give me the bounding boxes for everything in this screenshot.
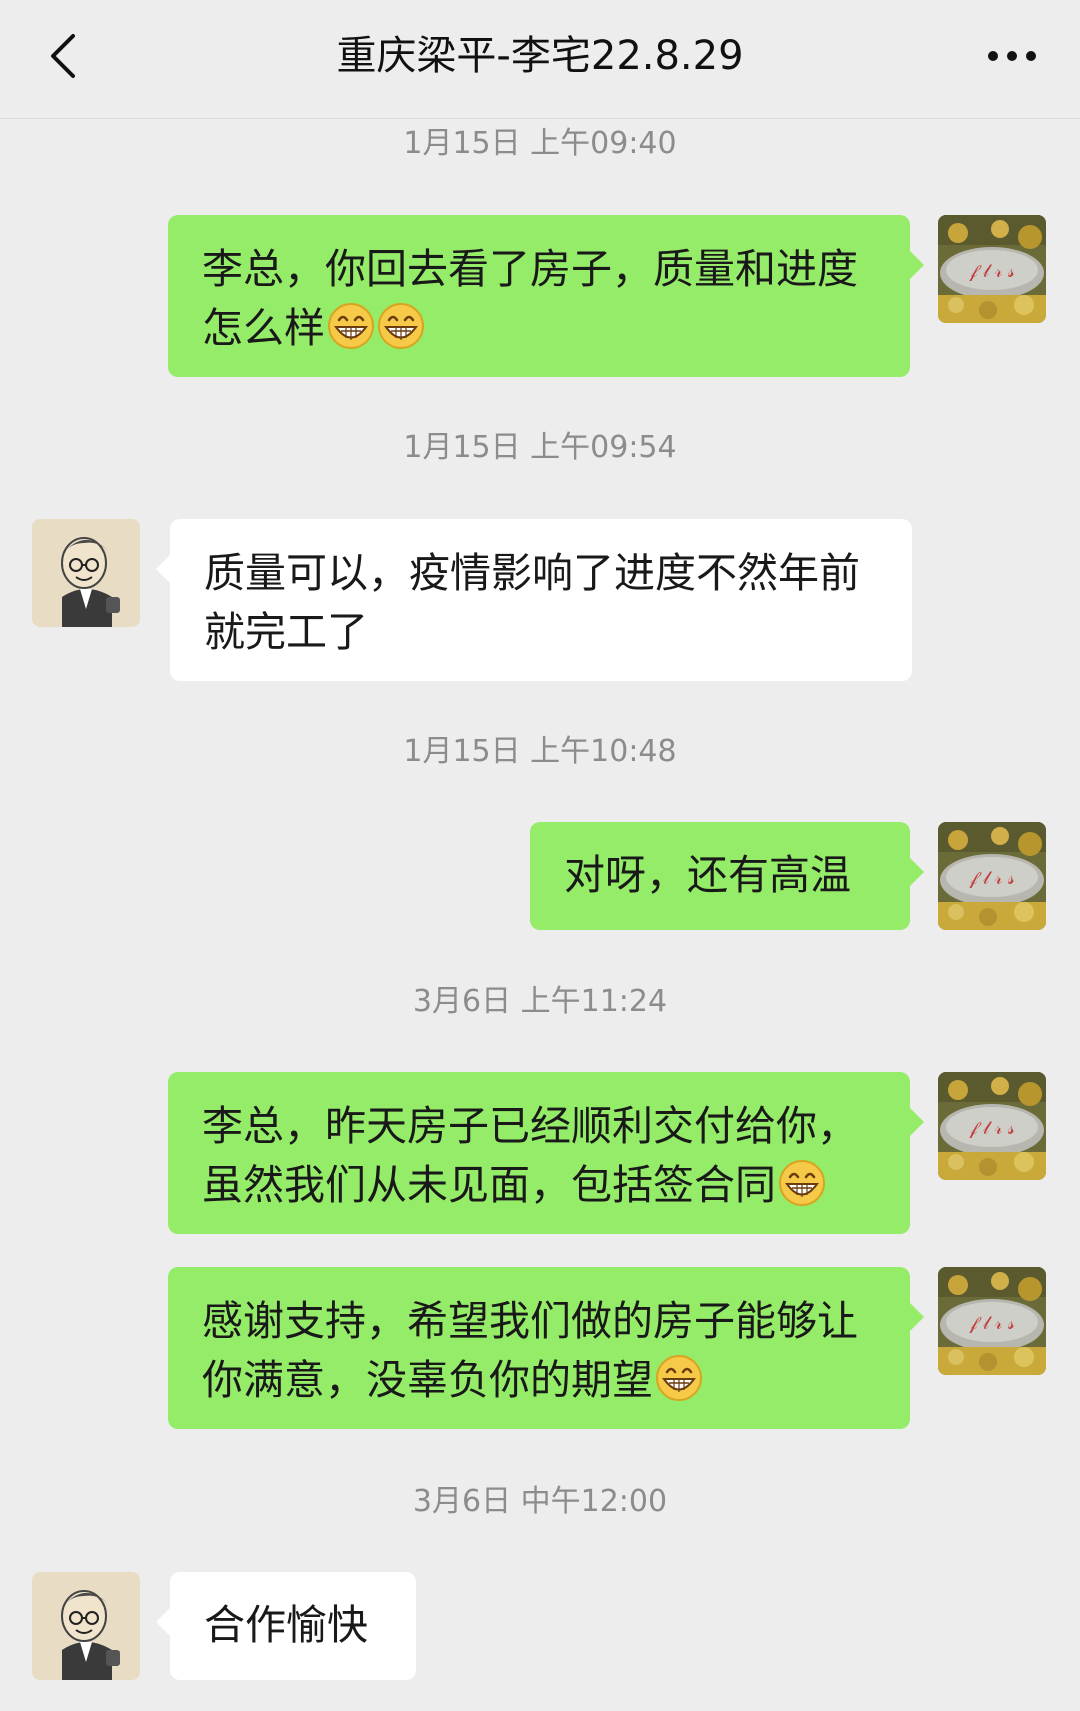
- message-bubble-received[interactable]: 合作愉快: [156, 1572, 416, 1680]
- message-bubble-received[interactable]: 质量可以，疫情影响了进度不然年前就完工了: [156, 519, 912, 681]
- contact-avatar[interactable]: [32, 519, 140, 627]
- timestamp: 1月15日 上午09:40: [403, 126, 677, 161]
- message-text: 感谢支持，希望我们做的房子能够让你满意，没辜负你的期望: [202, 1297, 858, 1404]
- more-button[interactable]: [974, 28, 1050, 84]
- message-text: 质量可以，疫情影响了进度不然年前就完工了: [204, 549, 860, 656]
- contact-avatar[interactable]: [32, 1572, 140, 1680]
- self-avatar[interactable]: [938, 1072, 1046, 1180]
- back-button[interactable]: [34, 28, 90, 84]
- message-bubble-sent[interactable]: 李总，你回去看了房子，质量和进度怎么样: [168, 215, 924, 377]
- grinning-emoji-icon: [655, 1354, 703, 1402]
- grinning-emoji-icon: [377, 302, 425, 350]
- more-dots-icon: [988, 51, 1036, 61]
- message-bubble-sent[interactable]: 对呀，还有高温: [530, 822, 924, 930]
- timestamp: 1月15日 上午10:48: [403, 734, 677, 769]
- message-text: 李总，你回去看了房子，质量和进度怎么样: [202, 245, 858, 352]
- self-avatar[interactable]: [938, 215, 1046, 323]
- message-bubble-sent[interactable]: 李总，昨天房子已经顺利交付给你，虽然我们从未见面，包括签合同: [168, 1072, 924, 1234]
- chevron-left-icon: [51, 34, 75, 78]
- chat-title: 重庆梁平-李宅22.8.29: [336, 33, 744, 79]
- grinning-emoji-icon: [778, 1159, 826, 1207]
- timestamp: 3月6日 上午11:24: [412, 984, 668, 1019]
- chat-header: 重庆梁平-李宅22.8.29: [0, 0, 1080, 119]
- timestamp: 1月15日 上午09:54: [403, 430, 677, 465]
- message-text: 对呀，还有高温: [564, 851, 851, 899]
- self-avatar[interactable]: [938, 1267, 1046, 1375]
- message-bubble-sent[interactable]: 感谢支持，希望我们做的房子能够让你满意，没辜负你的期望: [168, 1267, 924, 1429]
- message-text: 合作愉快: [204, 1601, 368, 1649]
- self-avatar[interactable]: [938, 822, 1046, 930]
- timestamp: 3月6日 中午12:00: [412, 1484, 668, 1519]
- message-text: 李总，昨天房子已经顺利交付给你，虽然我们从未见面，包括签合同: [202, 1102, 858, 1209]
- grinning-emoji-icon: [327, 302, 375, 350]
